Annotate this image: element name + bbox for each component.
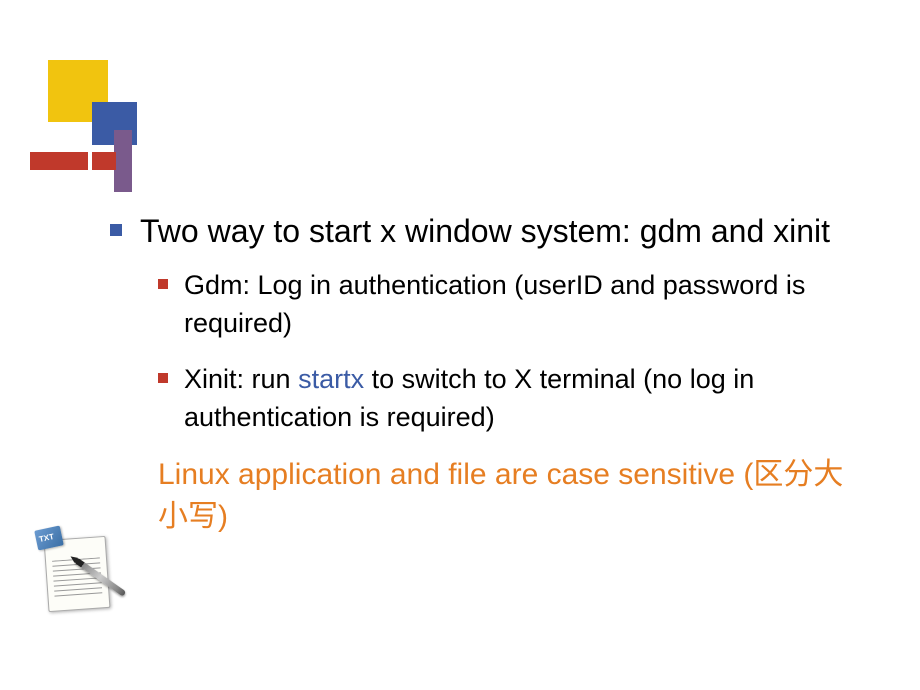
deco-red-1 xyxy=(30,152,88,170)
bullet-marker-l1 xyxy=(110,224,122,236)
sub-item-2: Xinit: run startx to switch to X termina… xyxy=(158,361,860,437)
deco-red-2 xyxy=(92,152,116,170)
bullet-marker-l2 xyxy=(158,279,168,289)
bullet-text-1: Two way to start x window system: gdm an… xyxy=(140,210,830,253)
bullet-item-1: Two way to start x window system: gdm an… xyxy=(110,210,860,253)
sub2-pre: Xinit: run xyxy=(184,364,298,394)
slide-decoration xyxy=(30,60,150,190)
sub-text-2: Xinit: run startx to switch to X termina… xyxy=(184,361,860,437)
bullet-marker-l2 xyxy=(158,373,168,383)
paper-tab-label: TXT xyxy=(34,526,63,550)
sub-list: Gdm: Log in authentication (userID and p… xyxy=(158,267,860,436)
sub2-highlight: startx xyxy=(298,364,364,394)
sub-text-1: Gdm: Log in authentication (userID and p… xyxy=(184,267,860,343)
note-document-icon: TXT xyxy=(32,530,122,620)
deco-purple xyxy=(114,130,132,192)
sub-item-1: Gdm: Log in authentication (userID and p… xyxy=(158,267,860,343)
slide-content: Two way to start x window system: gdm an… xyxy=(110,210,860,538)
note-text: Linux application and file are case sens… xyxy=(158,454,860,538)
